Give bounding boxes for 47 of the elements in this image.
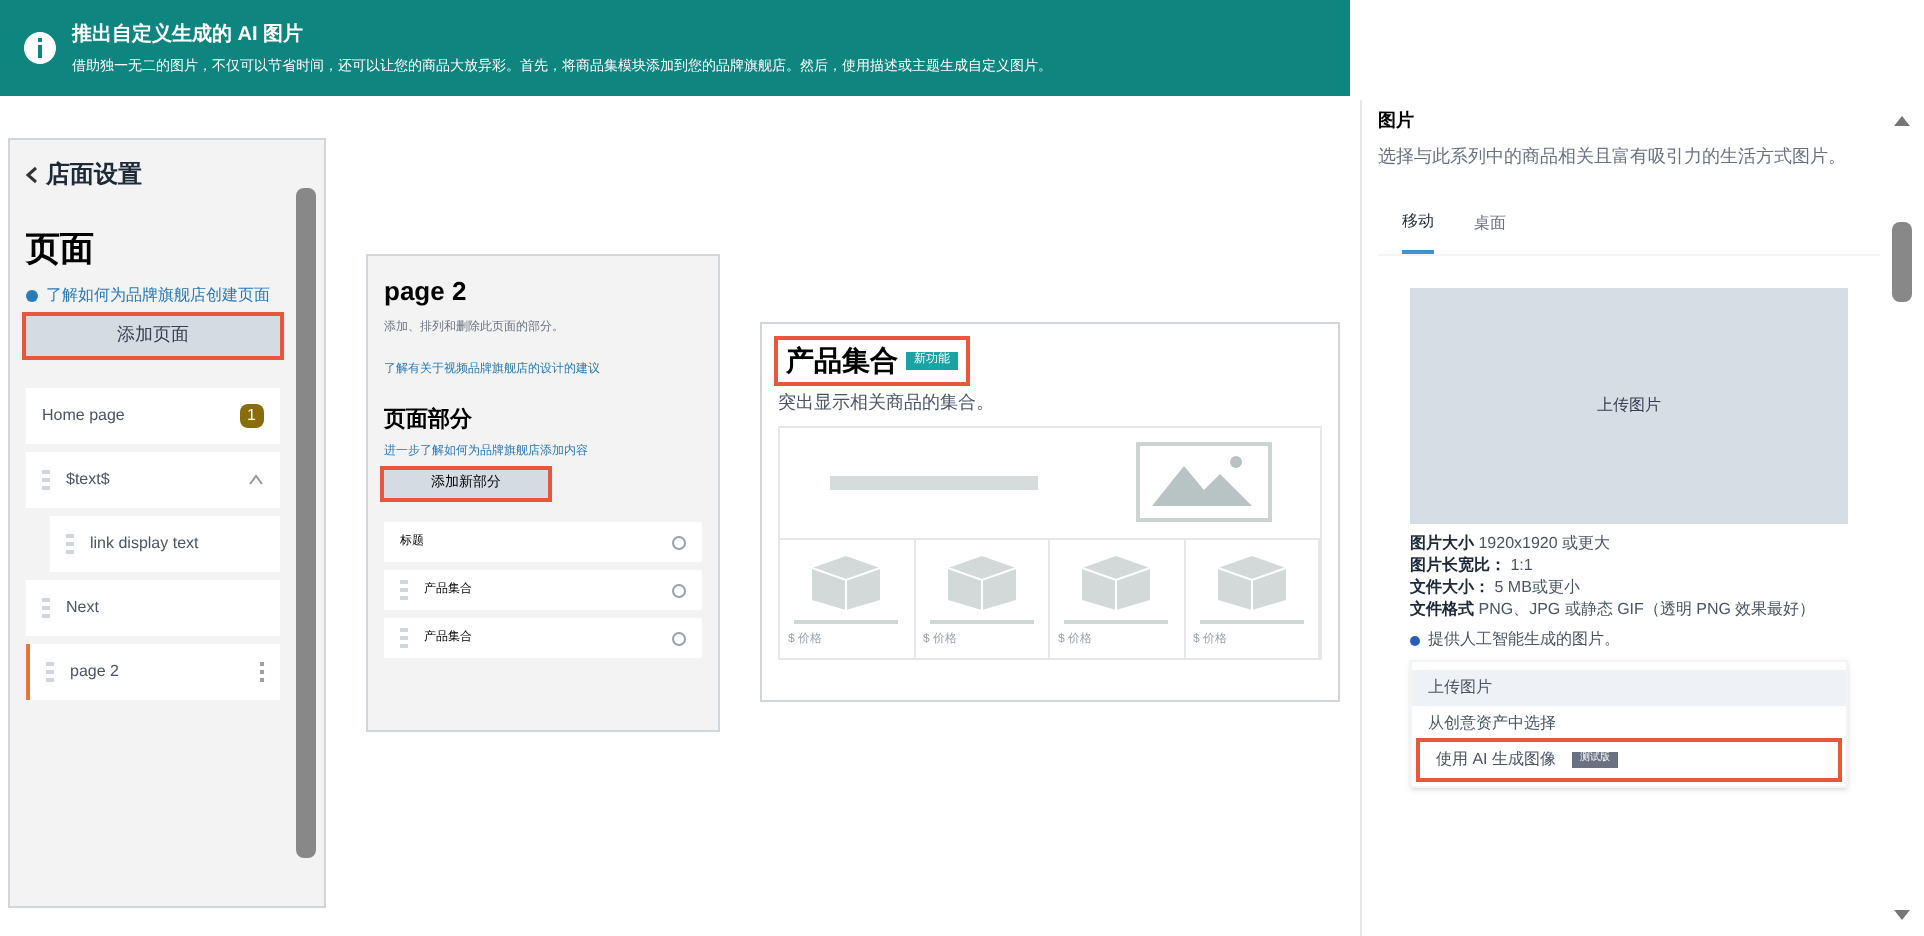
ai-note: 提供人工智能生成的图片。	[1428, 628, 1620, 652]
spec-line: 图片长宽比： 1:1	[1410, 554, 1535, 576]
drag-handle-icon[interactable]	[42, 469, 50, 489]
back-label: 店面设置	[46, 158, 142, 192]
scroll-down-icon[interactable]	[1894, 910, 1910, 920]
module-description: 突出显示相关商品的集合。	[778, 390, 996, 416]
section-heading: 页面部分	[384, 405, 474, 435]
count-badge: 1	[239, 403, 264, 427]
scrollbar-thumb[interactable]	[1892, 222, 1912, 302]
page-item[interactable]: Next	[26, 579, 280, 635]
menu-item[interactable]: 上传图片	[1412, 670, 1846, 706]
drag-handle-icon[interactable]	[42, 597, 50, 617]
image-panel-description: 选择与此系列中的商品相关且富有吸引力的生活方式图片。	[1378, 143, 1848, 169]
menu-item[interactable]: 从创意资产中选择	[1412, 706, 1846, 742]
image-placeholder-icon	[1135, 442, 1271, 522]
drag-handle-icon[interactable]	[46, 661, 54, 681]
page-label: $text$	[66, 467, 112, 491]
image-panel-title: 图片	[1378, 108, 1416, 134]
info-icon	[24, 32, 56, 64]
drag-handle-icon[interactable]	[400, 580, 408, 600]
page-item[interactable]: page 2	[26, 643, 280, 699]
page-item[interactable]: $text$	[26, 451, 280, 507]
page-item[interactable]: link display text	[50, 515, 280, 571]
chevron-icon[interactable]	[248, 473, 264, 485]
drag-handle-icon[interactable]	[66, 533, 74, 553]
tab[interactable]: 移动	[1402, 194, 1434, 254]
page-label: page 2	[70, 659, 121, 683]
drag-handle-icon[interactable]	[400, 628, 408, 648]
upload-area[interactable]: 上传图片	[1410, 288, 1848, 524]
page-label: link display text	[90, 531, 201, 555]
back-chevron-icon	[26, 165, 38, 183]
scrollbar[interactable]	[296, 188, 316, 858]
page-label: Home page	[42, 403, 127, 427]
page-label: Next	[66, 595, 101, 619]
spec-line: 文件大小： 5 MB或更小	[1410, 576, 1582, 598]
help-link[interactable]: 了解如何为品牌旗舰店创建页面	[46, 283, 270, 307]
spec-line: 图片大小 1920x1920 或更大	[1410, 532, 1613, 554]
banner-title: 推出自定义生成的 AI 图片	[72, 20, 306, 50]
page-title: page 2	[384, 274, 469, 310]
panel-title: 页面	[26, 228, 96, 272]
page-item[interactable]: Home page 1	[26, 387, 280, 443]
spec-line: 文件格式 PNG、JPG 或静态 GIF（透明 PNG 效果最好）	[1410, 598, 1818, 620]
scroll-up-icon[interactable]	[1894, 116, 1910, 126]
module-title: 产品集合	[786, 342, 898, 380]
add-page-button[interactable]: 添加页面	[26, 315, 280, 355]
tab[interactable]: 桌面	[1474, 194, 1506, 254]
back-link[interactable]: 店面设置	[26, 156, 280, 192]
